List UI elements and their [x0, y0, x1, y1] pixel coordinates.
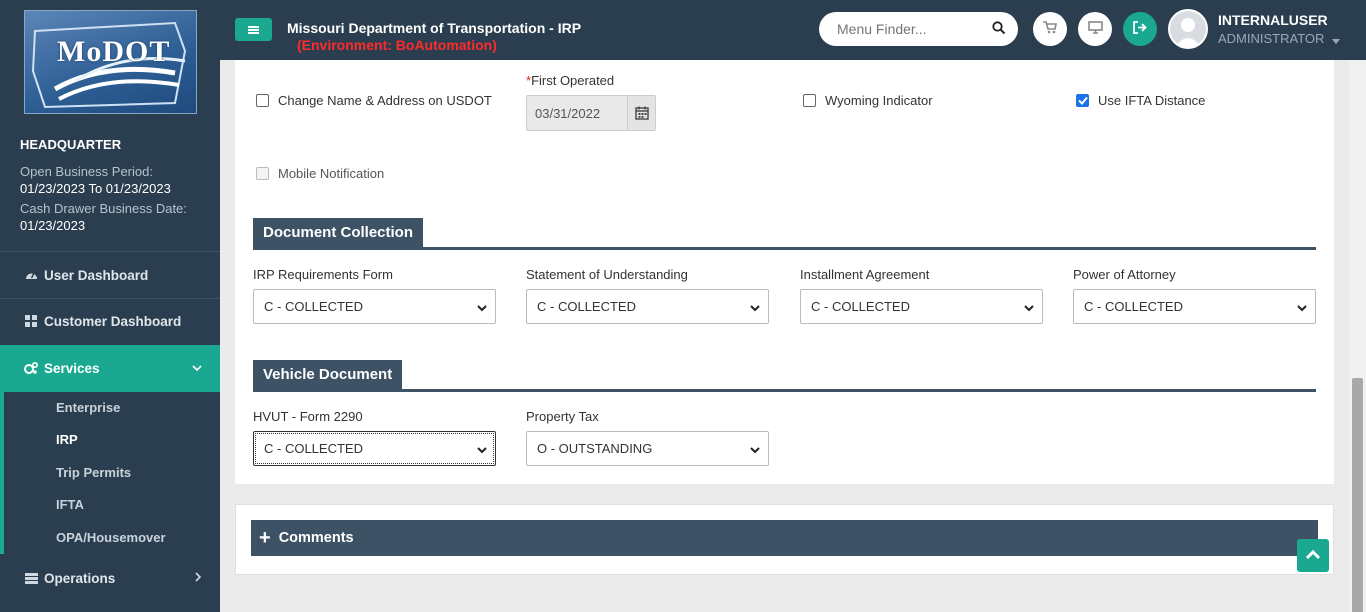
hvut-form-select[interactable]: C - COLLECTED — [253, 431, 496, 466]
services-submenu: Enterprise IRP Trip Permits IFTA OPA/Hou… — [0, 392, 220, 554]
property-tax-label: Property Tax — [526, 409, 599, 424]
submenu-ifta[interactable]: IFTA — [56, 497, 84, 512]
caret-down-icon — [1332, 32, 1341, 47]
chevron-down-icon — [477, 442, 487, 457]
chevron-down-icon — [477, 300, 487, 315]
logout-button[interactable] — [1123, 12, 1157, 46]
first-operated-label: *First Operated — [526, 73, 615, 88]
checkbox-checked[interactable] — [1076, 94, 1089, 107]
chevron-down-icon — [750, 442, 760, 457]
statement-of-understanding-label: Statement of Understanding — [526, 267, 688, 282]
chevron-down-icon — [750, 300, 760, 315]
environment-label: (Environment: BoAutomation) — [297, 37, 497, 53]
checkbox[interactable] — [803, 94, 816, 107]
submenu-enterprise[interactable]: Enterprise — [56, 400, 120, 415]
menu-finder — [819, 12, 1018, 46]
search-icon[interactable] — [992, 21, 1006, 38]
plus-icon: + — [259, 527, 271, 549]
submenu-trip-permits[interactable]: Trip Permits — [56, 465, 131, 480]
user-role-dropdown[interactable]: ADMINISTRATOR — [1218, 31, 1341, 47]
desktop-icon — [1087, 21, 1103, 37]
section-title: Document Collection — [253, 218, 424, 247]
scroll-to-top-button[interactable] — [1297, 539, 1329, 572]
nav-services[interactable]: Services — [0, 345, 220, 392]
sidebar: MoDOT HEADQUARTER Open Business Period: … — [0, 0, 220, 612]
nav-operations[interactable]: Operations — [0, 556, 220, 600]
cogs-icon — [24, 362, 38, 376]
installment-agreement-select[interactable]: C - COLLECTED — [800, 289, 1043, 324]
open-business-period-label: Open Business Period: — [20, 164, 153, 179]
installment-agreement-label: Installment Agreement — [800, 267, 930, 282]
page-scrollbar[interactable] — [1349, 60, 1366, 612]
cash-drawer-value: 01/23/2023 — [20, 218, 86, 233]
cart-button[interactable] — [1033, 12, 1067, 46]
submenu-irp[interactable]: IRP — [56, 432, 78, 447]
server-icon — [24, 571, 38, 585]
grid-icon — [24, 314, 38, 328]
irp-requirements-select[interactable]: C - COLLECTED — [253, 289, 496, 324]
power-of-attorney-select[interactable]: C - COLLECTED — [1073, 289, 1316, 324]
check-icon — [1077, 96, 1088, 105]
irp-requirements-label: IRP Requirements Form — [253, 267, 393, 282]
sign-out-icon — [1132, 21, 1148, 37]
top-header: Missouri Department of Transportation - … — [220, 0, 1366, 60]
power-of-attorney-label: Power of Attorney — [1073, 267, 1176, 282]
change-name-address-checkbox[interactable]: Change Name & Address on USDOT — [256, 93, 492, 108]
vehicle-document-section: Vehicle Document — [253, 360, 1316, 392]
use-ifta-distance-checkbox[interactable]: Use IFTA Distance — [1076, 93, 1205, 108]
cash-drawer-label: Cash Drawer Business Date: — [20, 201, 187, 216]
menu-toggle-button[interactable] — [235, 18, 272, 41]
property-tax-select[interactable]: O - OUTSTANDING — [526, 431, 769, 466]
chevron-up-icon — [1305, 548, 1321, 563]
mobile-notification-checkbox: Mobile Notification — [256, 166, 384, 181]
first-operated-date-field[interactable]: 03/31/2022 — [526, 95, 656, 131]
nav-user-dashboard[interactable]: User Dashboard — [0, 253, 220, 297]
checkbox[interactable] — [256, 94, 269, 107]
desktop-button[interactable] — [1078, 12, 1112, 46]
section-title: Vehicle Document — [253, 360, 403, 389]
dashboard-icon — [24, 268, 38, 282]
office-name: HEADQUARTER — [20, 137, 122, 152]
hvut-form-label: HVUT - Form 2290 — [253, 409, 363, 424]
user-avatar[interactable] — [1168, 9, 1208, 49]
user-name: INTERNALUSER — [1218, 12, 1328, 28]
app-title: Missouri Department of Transportation - … — [287, 20, 582, 36]
checkbox-disabled — [256, 167, 269, 180]
nav-customer-dashboard[interactable]: Customer Dashboard — [0, 299, 220, 343]
chevron-down-icon — [192, 363, 202, 375]
chevron-right-icon — [195, 571, 202, 585]
menu-finder-input[interactable] — [837, 21, 987, 37]
wyoming-indicator-checkbox[interactable]: Wyoming Indicator — [803, 93, 933, 108]
comments-toggle[interactable]: + Comments — [251, 520, 1318, 556]
scrollbar-thumb[interactable] — [1352, 378, 1363, 612]
hamburger-icon — [248, 28, 259, 31]
calendar-icon[interactable] — [627, 96, 655, 130]
chevron-down-icon — [1024, 300, 1034, 315]
sidebar-divider — [0, 251, 220, 252]
chevron-down-icon — [1297, 300, 1307, 315]
statement-of-understanding-select[interactable]: C - COLLECTED — [526, 289, 769, 324]
cart-icon — [1043, 21, 1057, 37]
open-business-period-value: 01/23/2023 To 01/23/2023 — [20, 181, 171, 196]
submenu-opa-housemover[interactable]: OPA/Housemover — [56, 530, 166, 545]
document-collection-section: Document Collection — [253, 218, 1316, 250]
modot-logo: MoDOT — [24, 10, 197, 114]
